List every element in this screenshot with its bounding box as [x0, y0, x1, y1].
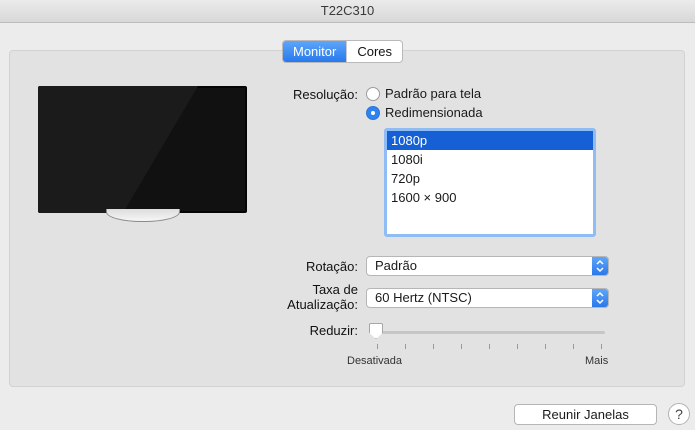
reduce-slider-track[interactable] — [372, 331, 605, 334]
radio-scaled[interactable]: Redimensionada — [366, 105, 483, 120]
rotation-value: Padrão — [375, 258, 417, 273]
radio-label: Padrão para tela — [385, 86, 482, 101]
refresh-rate-value: 60 Hertz (NTSC) — [375, 290, 472, 305]
list-item[interactable]: 1600 × 900 — [387, 188, 593, 207]
slider-tick — [461, 344, 462, 349]
chevron-updown-icon — [592, 257, 608, 275]
refresh-rate-label-line1: Taxa de — [312, 282, 358, 297]
refresh-rate-label: Taxa de Atualização: — [270, 282, 358, 312]
resolution-label: Resolução: — [292, 87, 358, 102]
radio-button[interactable] — [366, 86, 380, 101]
slider-tick — [377, 344, 378, 349]
refresh-rate-label-line2: Atualização: — [287, 297, 358, 312]
display-illustration — [38, 86, 247, 213]
chevron-updown-icon — [592, 289, 608, 307]
rotation-label: Rotação: — [305, 259, 358, 274]
window-titlebar: T22C310 — [0, 0, 695, 23]
reduce-label: Reduzir: — [309, 323, 358, 338]
slider-tick — [405, 344, 406, 349]
slider-tick — [601, 344, 602, 349]
list-item[interactable]: 1080p — [387, 131, 593, 150]
refresh-rate-popup[interactable]: 60 Hertz (NTSC) — [366, 288, 609, 308]
screen-glare — [38, 86, 198, 213]
tab-bar: Monitor Cores — [282, 40, 404, 63]
rotation-popup[interactable]: Padrão — [366, 256, 609, 276]
tab-cores[interactable]: Cores — [346, 41, 402, 62]
question-icon[interactable]: ? — [668, 403, 690, 425]
slider-tick — [573, 344, 574, 349]
reduce-max-label: Mais — [585, 355, 609, 367]
list-item[interactable]: 1080i — [387, 150, 593, 169]
slider-tick — [489, 344, 490, 349]
gather-windows-button[interactable]: Reunir Janelas — [514, 404, 657, 425]
radio-button[interactable] — [366, 105, 380, 120]
window-title: T22C310 — [320, 3, 375, 18]
slider-tick — [517, 344, 518, 349]
reduce-min-label: Desativada — [347, 355, 403, 367]
radio-label: Redimensionada — [385, 105, 483, 120]
list-item[interactable]: 720p — [387, 169, 593, 188]
tab-monitor[interactable]: Monitor — [283, 41, 347, 62]
slider-tick — [545, 344, 546, 349]
radio-default-for-display[interactable]: Padrão para tela — [366, 86, 481, 101]
slider-tick — [433, 344, 434, 349]
resolution-list[interactable]: 1080p 1080i 720p 1600 × 900 — [384, 128, 596, 237]
